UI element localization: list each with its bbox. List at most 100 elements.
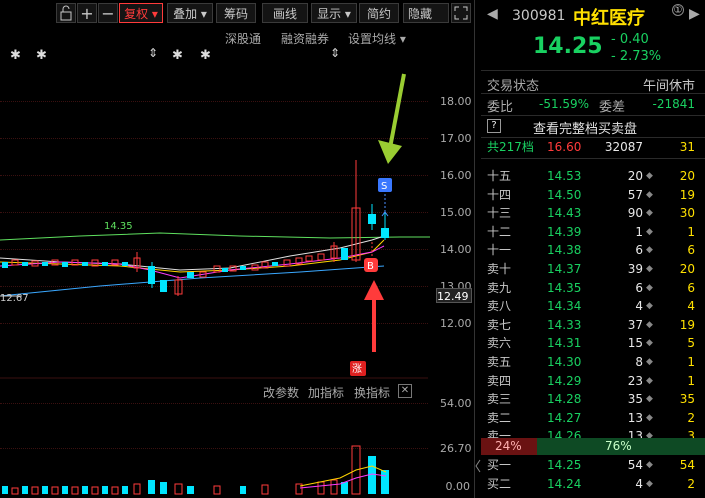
level-price: 14.39 [547,224,582,239]
full-book-link[interactable]: 查看完整档买卖盘 [533,118,637,137]
order-book-row[interactable]: 十三 14.43 90 ◆ 30 [481,204,705,223]
volume-bar [381,470,389,494]
order-book-row[interactable]: 卖二 14.27 13 ◆ 2 [481,409,705,428]
total-price: 16.60 [547,140,582,154]
prev-stock-icon[interactable]: ◀ [487,6,498,22]
level-volume: 54 [627,458,643,472]
order-book-row[interactable]: 卖七 14.33 37 ◆ 19 [481,316,705,335]
order-book-row[interactable]: 卖四 14.29 23 ◆ 1 [481,372,705,391]
dot-icon: ◆ [646,245,653,256]
level-volume: 35 [627,392,643,407]
volume-bar [261,484,269,495]
level-label: 买二 [487,476,512,491]
help-icon[interactable]: ? [487,119,501,133]
level-label: 十五 [487,169,512,183]
order-book-row[interactable]: 卖十 14.37 39 ◆ 20 [481,260,705,279]
sell-ratio: 24% [495,439,522,453]
order-book-row[interactable]: 卖五 14.30 8 ◆ 1 [481,353,705,372]
volume-bar [317,481,325,495]
dot-icon: ◆ [646,301,653,312]
sell-signal-badge: S [381,181,387,192]
volume-bar [160,482,167,494]
volume-bar [148,480,155,494]
level-volume: 4 [635,476,643,491]
volume-axis-label: 54.00 [440,397,472,410]
level-change: 1 [687,373,695,388]
order-book-row[interactable]: 买一 14.25 54 ◆ 54 [481,456,705,475]
switch-indicator-button[interactable]: 换指标 [354,384,390,401]
close-icon[interactable]: ✕ [398,384,412,398]
volume-bar [341,482,348,494]
candle [381,228,389,238]
level-label: 卖八 [487,299,512,314]
dot-icon: ◆ [646,478,653,489]
order-book-row[interactable]: 十一 14.38 6 ◆ 6 [481,241,705,260]
volume-bar [31,486,39,495]
volume-bar [82,486,88,494]
candle [305,255,313,262]
volume-bar [133,483,141,495]
dot-icon: ◆ [646,264,653,274]
order-book-row[interactable]: 卖八 14.34 4 ◆ 4 [481,297,705,316]
info-icon[interactable]: ① [672,4,684,16]
green-arrow-icon [388,73,406,149]
limit-up-badge: 涨 [352,363,362,375]
ma-line-green [0,232,430,241]
buy-ratio: 76% [605,439,632,453]
candle [122,262,128,266]
volume-axis-label: 0.00 [445,480,471,493]
volume-bar [187,486,194,494]
level-change: 20 [679,262,695,276]
level-price: 14.43 [547,206,582,221]
level-label: 卖四 [487,373,512,388]
order-book-row[interactable]: 卖六 14.31 15 ◆ 5 [481,334,705,353]
level-price: 14.37 [547,262,582,276]
next-stock-icon[interactable]: ▶ [689,6,700,22]
level-change: 6 [687,243,695,258]
level-price: 14.34 [547,299,582,314]
level-label: 买一 [487,458,512,472]
volume-bar [122,486,128,494]
dot-icon: ◆ [646,189,653,200]
dot-icon: ◆ [646,319,653,330]
level-price: 14.31 [547,336,582,351]
candle [272,262,278,266]
candlestick-svg: 14.35 12.67 S B 涨 [0,73,430,495]
volume-bar [51,486,59,495]
status-value: 午间休市 [642,79,695,94]
stock-code: 300981 [512,8,566,24]
order-book-row[interactable]: 买二 14.24 4 ◆ 2 [481,475,705,494]
level-price: 14.24 [547,476,582,491]
volume-bar [102,486,108,494]
level-volume: 15 [627,336,643,351]
edit-params-button[interactable]: 改参数 [263,384,299,401]
level-label: 十二 [487,224,512,239]
level-label: 卖六 [487,336,512,351]
kline-chart-panel[interactable]: + − 复权 ▾ 叠加 ▾ 筹码 画线 显示 ▾ 简约 隐藏 深股通 融资融券 … [0,0,474,498]
order-book-row[interactable]: 十五 14.53 20 ◆ 20 [481,167,705,186]
low-marker: 12.67 [0,293,29,304]
volume-bar [42,486,48,494]
level-price: 14.27 [547,410,582,425]
candle [317,253,325,261]
quote-panel: ◀ 300981 中红医疗 ① ▶ 14.25 - 0.40 - 2.73% 交… [481,0,705,498]
dot-icon: ◆ [646,282,653,293]
level-change: 6 [687,280,695,295]
level-change: 19 [679,187,695,202]
order-book-row[interactable]: 十四 14.50 57 ◆ 19 [481,186,705,205]
order-book-row[interactable]: 卖三 14.28 35 ◆ 35 [481,390,705,409]
status-label: 交易状态 [487,79,540,94]
candle [283,259,291,267]
level-change: 20 [679,169,695,183]
order-book-row[interactable]: 十二 14.39 1 ◆ 1 [481,223,705,242]
level-label: 卖三 [487,392,512,407]
candle [22,262,28,266]
add-indicator-button[interactable]: 加指标 [308,384,344,401]
volume-axis-label: 26.70 [440,442,472,455]
ma-line-yellow [0,239,385,273]
level-price: 14.29 [547,373,582,388]
order-book-row[interactable]: 卖九 14.35 6 ◆ 6 [481,279,705,298]
level-label: 卖二 [487,410,512,425]
volume-bar [2,486,8,494]
level-volume: 37 [627,317,643,332]
